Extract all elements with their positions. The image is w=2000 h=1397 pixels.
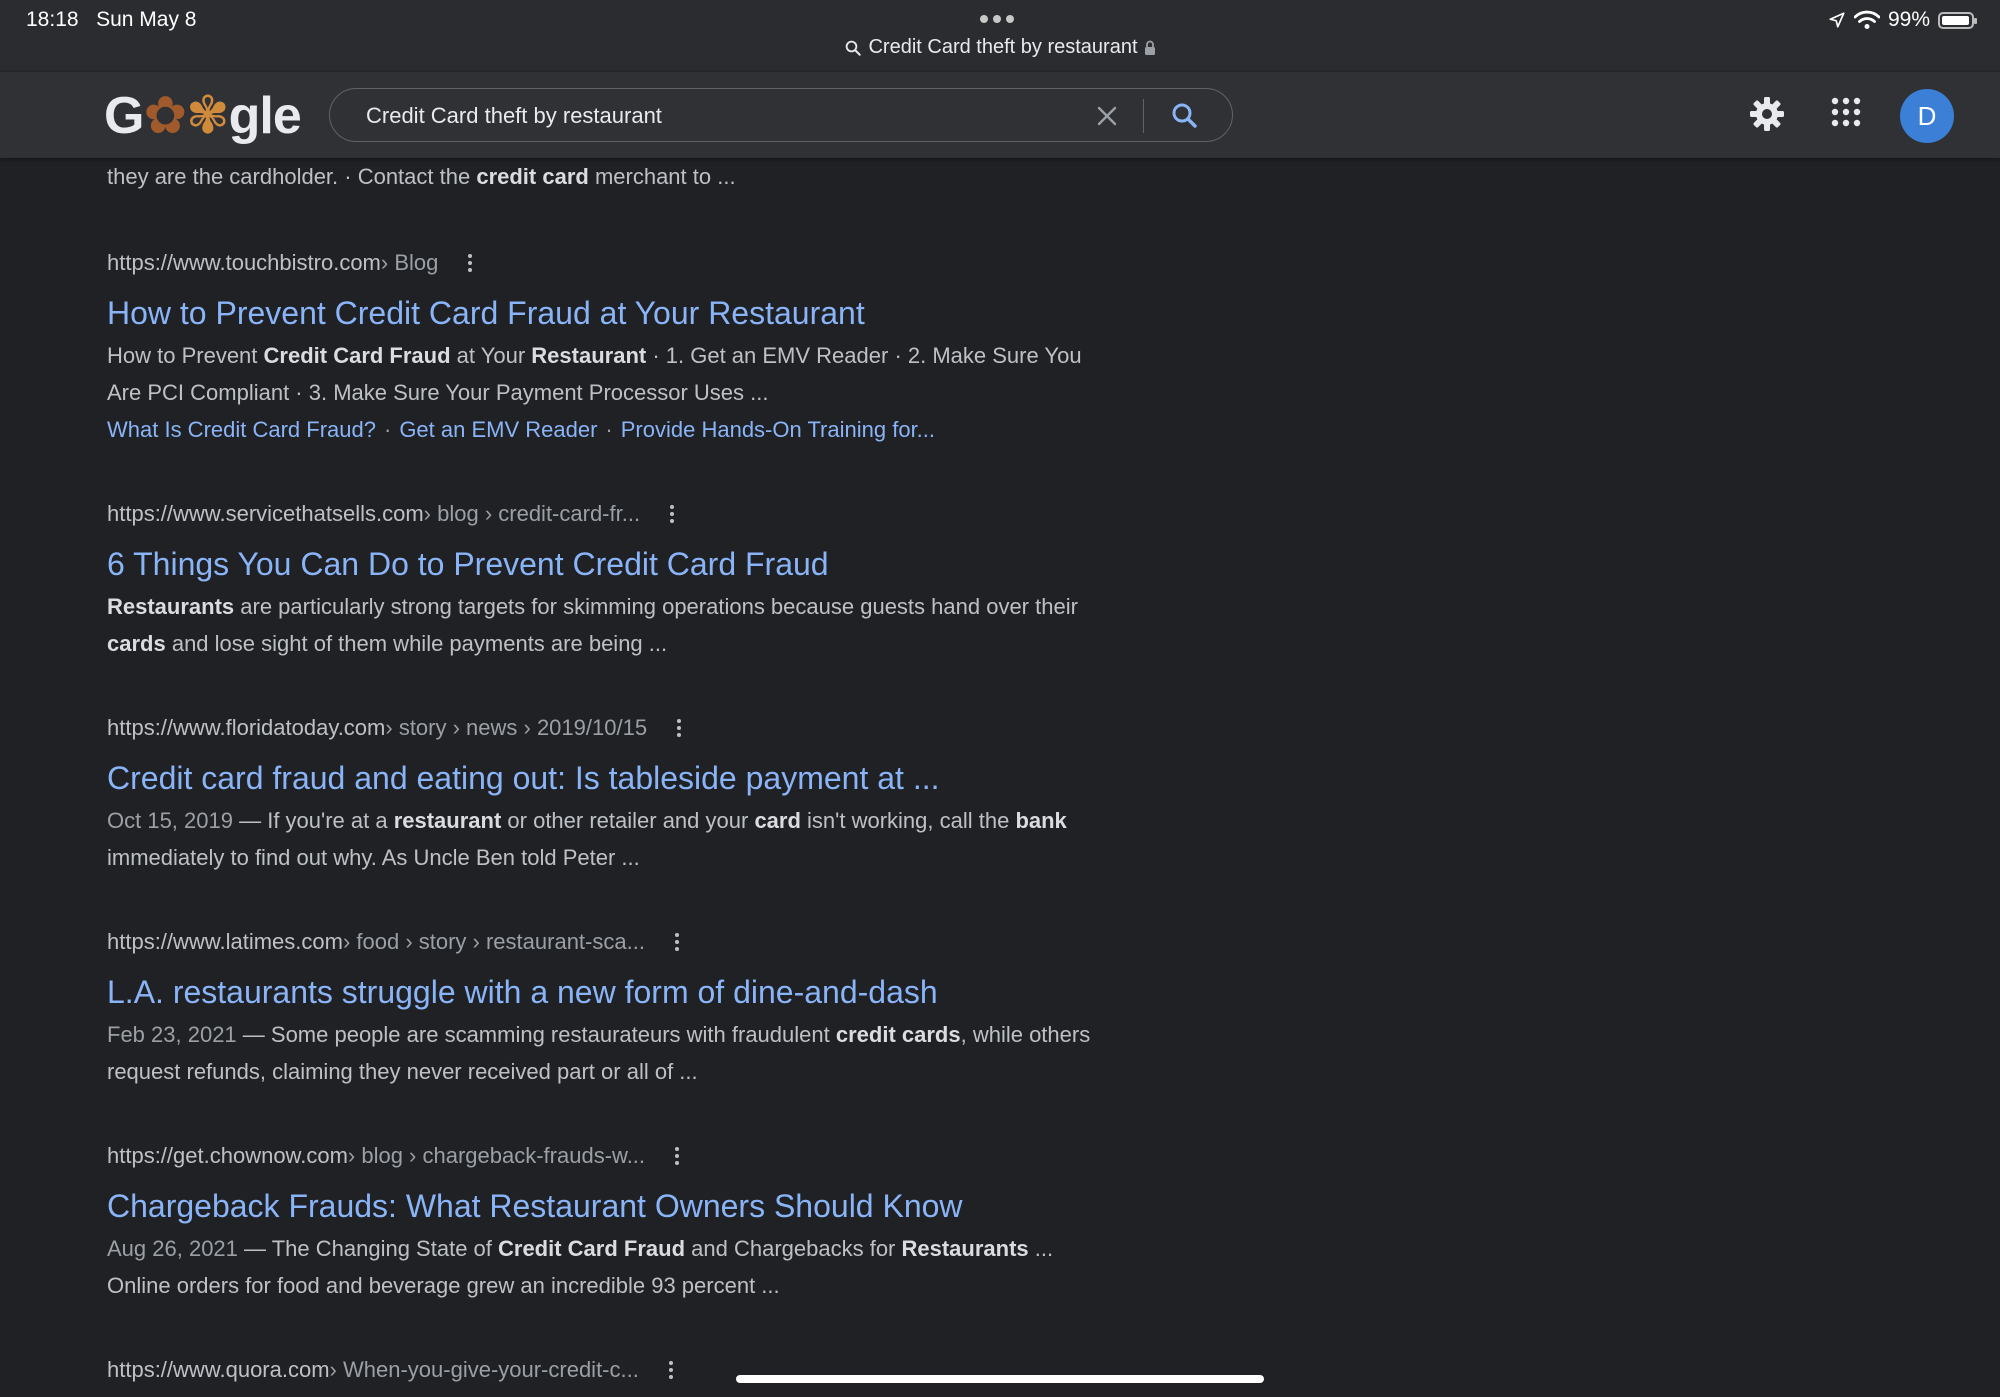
snippet-highlight: Restaurants [901,1236,1029,1261]
result-title-link[interactable]: Credit card fraud and eating out: Is tab… [107,759,1107,797]
address-bar-text: Credit Card theft by restaurant [868,36,1138,58]
search-header: G✿✾gle Credit Card theft by restaurant D [0,72,2000,158]
snippet-highlight: cards [107,631,166,656]
search-icon [846,40,862,56]
snippet-text: — Some people are scamming restaurateurs… [236,1022,836,1047]
result-date: Aug 26, 2021 [107,1236,238,1261]
result-title-link[interactable]: L.A. restaurants struggle with a new for… [107,973,1107,1011]
snippet-text: How to Prevent [107,343,264,368]
partial-result-snippet: they are the cardholder. · Contact the c… [107,164,736,189]
sitelink[interactable]: What Is Credit Card Fraud? [107,417,376,442]
status-date: Sun May 8 [96,8,197,31]
result-snippet: Oct 15, 2019 — If you're at a restaurant… [107,802,1107,876]
result-title-link[interactable]: 6 Things You Can Do to Prevent Credit Ca… [107,545,1107,583]
snippet-highlight: bank [1015,808,1067,833]
clear-search-icon[interactable] [1092,101,1122,131]
result-snippet: Restaurants are particularly strong targ… [107,588,1107,662]
search-result: https://get.chownow.com › blog › chargeb… [107,1141,1107,1304]
google-doodle-logo[interactable]: G✿✾gle [104,90,302,142]
wifi-icon [1853,10,1880,29]
snippet-highlight: Credit Card Fraud [263,343,451,368]
search-result: https://www.latimes.com › food › story ›… [107,927,1107,1090]
snippet-text: are particularly strong targets for skim… [234,594,1078,619]
account-avatar[interactable]: D [1900,89,1954,143]
result-date: Oct 15, 2019 [107,808,233,833]
result-more-options-icon[interactable] [668,1361,673,1379]
result-more-options-icon[interactable] [677,719,682,737]
snippet-highlight: card [754,808,801,833]
snippet-text: — If you're at a [232,808,394,833]
search-button-icon[interactable] [1168,99,1202,133]
result-title-link[interactable]: Chargeback Frauds: What Restaurant Owner… [107,1187,1107,1225]
result-snippet: How to Prevent Credit Card Fraud at Your… [107,337,1107,411]
result-more-options-icon[interactable] [674,933,679,951]
result-date: Feb 23, 2021 [107,1022,237,1047]
search-result: https://www.floridatoday.com › story › n… [107,713,1107,876]
result-url[interactable]: https://www.floridatoday.com › story › n… [107,713,1107,743]
snippet-highlight: restaurant [393,808,502,833]
status-indicators: 99% [1828,8,1977,32]
result-url[interactable]: https://www.latimes.com › food › story ›… [107,927,1107,957]
multitasking-dots[interactable] [980,15,1014,23]
snippet-text: or other retailer and your [501,808,755,833]
result-url[interactable]: https://www.touchbistro.com › Blog [107,248,1107,278]
snippet-text: — The Changing State of [237,1236,498,1261]
search-divider [1143,99,1144,133]
snippet-text: immediately to find out why. As Uncle Be… [107,845,640,870]
result-snippet: Feb 23, 2021 — Some people are scamming … [107,1016,1107,1090]
result-more-options-icon[interactable] [468,254,473,272]
sitelink[interactable]: Provide Hands-On Training for... [621,417,935,442]
snippet-highlight: Restaurant [531,343,647,368]
status-time: 18:18 [26,8,79,31]
search-input[interactable] [364,97,1088,135]
result-title-link[interactable]: How to Prevent Credit Card Fraud at Your… [107,294,1107,332]
search-bar [329,88,1233,142]
result-snippet: Aug 26, 2021 — The Changing State of Cre… [107,1230,1107,1304]
location-icon [1829,12,1845,28]
battery-icon [1938,11,1977,29]
snippet-text: at Your [450,343,532,368]
snippet-highlight: credit cards [835,1022,961,1047]
snippet-highlight: Restaurants [107,594,235,619]
screen: 18:18 Sun May 8 Credit Card theft by res… [0,0,2000,1397]
search-result: https://www.touchbistro.com › Blog How t… [107,248,1107,448]
home-indicator[interactable] [736,1375,1264,1383]
result-url[interactable]: https://get.chownow.com › blog › chargeb… [107,1141,1107,1171]
snippet-highlight: Credit Card Fraud [498,1236,686,1261]
address-bar[interactable]: Credit Card theft by restaurant [0,36,2000,59]
snippet-text: and lose sight of them while payments ar… [165,631,668,656]
search-result: https://www.servicethatsells.com › blog … [107,499,1107,662]
settings-gear-icon[interactable] [1747,94,1787,134]
snippet-text: isn't working, call the [800,808,1016,833]
google-apps-grid-icon[interactable] [1830,96,1862,128]
result-url[interactable]: https://www.servicethatsells.com › blog … [107,499,1107,529]
result-sitelinks: What Is Credit Card Fraud? · Get an EMV Re… [107,417,936,442]
result-more-options-icon[interactable] [675,1147,680,1165]
status-bar: 18:18 Sun May 8 Credit Card theft by res… [0,0,2000,72]
lock-icon [1144,40,1155,55]
battery-percent: 99% [1887,8,1930,31]
sitelink[interactable]: Get an EMV Reader [399,417,597,442]
snippet-text: and Chargebacks for [685,1236,902,1261]
result-more-options-icon[interactable] [670,505,675,523]
status-time-date: 18:18 Sun May 8 [26,8,196,32]
